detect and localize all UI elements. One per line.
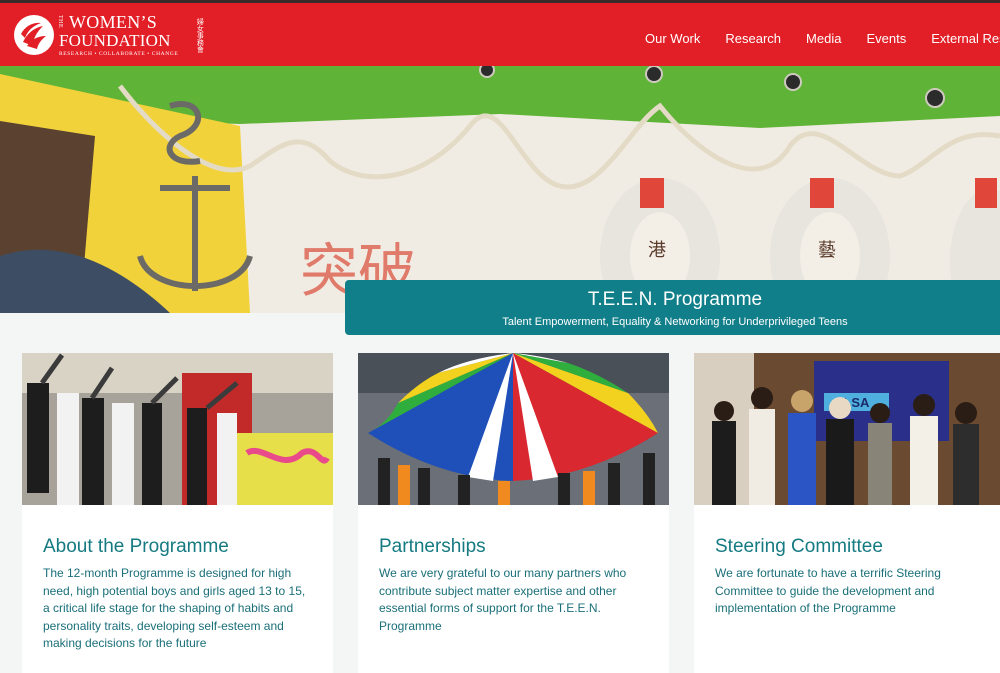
card-partnerships-title[interactable]: Partnerships bbox=[379, 536, 486, 558]
logo-emblem-icon bbox=[14, 15, 54, 56]
hero-image: 突破 港 藝 bbox=[0, 66, 1000, 313]
lifebuoy-char-1: 港 bbox=[648, 240, 666, 261]
nav-our-work[interactable]: Our Work bbox=[645, 31, 700, 46]
card-partnerships-body: We are very grateful to our many partner… bbox=[379, 566, 627, 633]
banner-subtitle: Talent Empowerment, Equality & Networkin… bbox=[502, 316, 848, 328]
card-steering-photo: CLSA bbox=[694, 353, 1000, 505]
card-steering-body: We are fortunate to have a terrific Stee… bbox=[715, 566, 941, 615]
programme-banner: T.E.E.N. Programme Talent Empowerment, E… bbox=[345, 280, 1000, 335]
logo-line2: FOUNDATION bbox=[59, 31, 171, 50]
banner-title: T.E.E.N. Programme bbox=[587, 289, 763, 310]
card-about-body: The 12-month Programme is designed for h… bbox=[43, 566, 306, 650]
nav-research[interactable]: Research bbox=[725, 31, 781, 46]
nav-media[interactable]: Media bbox=[806, 31, 841, 46]
card-partnerships-photo bbox=[358, 353, 669, 505]
nav-events[interactable]: Events bbox=[866, 31, 906, 46]
card-about-title[interactable]: About the Programme bbox=[43, 536, 229, 558]
card-about[interactable]: About the Programme The 12-month Program… bbox=[22, 353, 333, 673]
logo-the: THE bbox=[57, 15, 63, 29]
logo-tagline: RESEARCH • COLLABORATE • CHANGE bbox=[59, 51, 179, 57]
main-nav: Our Work Research Media Events External … bbox=[645, 31, 1000, 46]
logo-line1: WOMEN’S bbox=[69, 12, 158, 32]
logo[interactable]: THE WOMEN’S FOUNDATION RESEARCH • COLLAB… bbox=[13, 13, 203, 58]
nav-external-resources[interactable]: External Resources bbox=[931, 31, 1000, 46]
card-about-photo bbox=[22, 353, 333, 505]
lifebuoy-char-2: 藝 bbox=[818, 240, 836, 261]
header-bar: THE WOMEN’S FOUNDATION RESEARCH • COLLAB… bbox=[0, 0, 1000, 66]
logo-chinese: 婦女事務會 bbox=[196, 17, 204, 53]
card-steering-committee[interactable]: CLSA Steering Committee We are fortunate… bbox=[694, 353, 1000, 673]
card-partnerships[interactable]: Partnerships We are very grateful to our… bbox=[358, 353, 669, 673]
card-steering-title[interactable]: Steering Committee bbox=[715, 536, 883, 558]
